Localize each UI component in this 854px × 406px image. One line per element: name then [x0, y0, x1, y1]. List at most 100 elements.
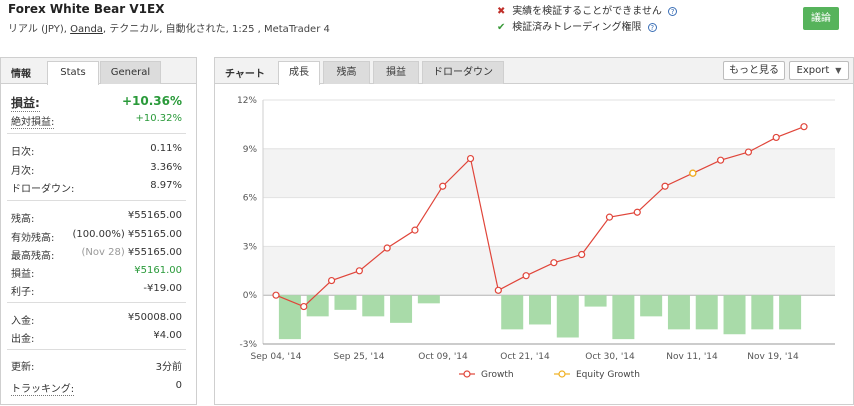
gain-row: 損益: +10.36% — [11, 94, 182, 112]
daily-row: 日次: 0.11% — [11, 143, 182, 159]
withdraw-value: ¥4.00 — [153, 330, 182, 341]
highest-value: ¥55165.00 — [127, 247, 182, 258]
growth-point — [717, 156, 725, 164]
bar — [640, 295, 663, 317]
tab-general[interactable]: General — [100, 61, 161, 84]
abs-gain-value: +10.32% — [135, 113, 182, 124]
legend-label: Growth — [481, 370, 514, 380]
help-icon[interactable]: ? — [668, 6, 678, 16]
y-tick-label: 6% — [243, 194, 258, 204]
verify-fail-text: 実績を検証することができません — [512, 6, 662, 17]
growth-point — [605, 213, 614, 221]
x-tick-label: Sep 04, '14 — [251, 352, 302, 362]
equity-row: 有効残高: (100.00%) ¥55165.00 — [11, 229, 182, 245]
info-label: 情報 — [11, 69, 31, 80]
x-tick-label: Nov 11, '14 — [666, 352, 718, 362]
growth-point — [466, 154, 475, 163]
bar — [306, 295, 329, 317]
drawdown-label: ドローダウン: — [11, 184, 75, 195]
growth-point — [439, 182, 447, 190]
updated-row: 更新: 3分前 — [11, 358, 182, 374]
grid-band — [263, 246, 835, 296]
y-tick-label: 12% — [237, 96, 257, 106]
system-title: Forex White Bear V1EX — [8, 2, 165, 16]
growth-point — [772, 133, 780, 142]
divider — [7, 302, 186, 303]
highest-value-wrap: (Nov 28) ¥55165.00 — [82, 247, 183, 258]
drawdown-row: ドローダウン: 8.97% — [11, 180, 182, 196]
legend-marker — [463, 370, 471, 378]
tab-stats[interactable]: Stats — [47, 61, 99, 85]
gain-value: +10.36% — [121, 94, 182, 108]
daily-label: 日次: — [11, 147, 35, 158]
growth-point — [744, 148, 753, 156]
updated-value: 3分前 — [155, 362, 182, 373]
verify-track-record: ✖ 実績を検証することができません ? — [497, 2, 678, 17]
bar — [334, 295, 357, 310]
divider — [7, 200, 186, 201]
interest-label: 利子: — [11, 287, 35, 298]
updated-label: 更新: — [11, 362, 35, 373]
monthly-row: 月次: 3.36% — [11, 162, 182, 178]
balance-row: 残高: ¥55165.00 — [11, 210, 182, 226]
help-icon[interactable]: ? — [647, 22, 657, 32]
x-tick-label: Oct 09, '14 — [418, 352, 468, 362]
equity-note: (100.00%) — [72, 229, 125, 240]
bar — [667, 295, 690, 330]
deposit-row: 入金: ¥50008.00 — [11, 312, 182, 328]
tracking-label[interactable]: トラッキング: — [11, 380, 75, 396]
growth-point — [633, 208, 641, 216]
drawdown-value: 8.97% — [150, 180, 182, 191]
bar — [584, 295, 607, 307]
equity-label: 有効残高: — [11, 233, 55, 244]
verify-trading-privileges: ✔ 検証済みトレーディング権限 ? — [497, 18, 657, 33]
y-tick-label: 0% — [243, 291, 258, 301]
growth-point — [578, 250, 586, 259]
balance-label: 残高: — [11, 214, 35, 225]
y-tick-label: 9% — [243, 145, 258, 155]
stats-panel: 情報 Stats General 損益: +10.36% 絶対損益: +10.3… — [0, 57, 197, 405]
growth-chart: 12% 9% 6% 3% 0% -3% Sep 04, '14 Sep 25, '14 Oct … — [237, 96, 835, 380]
gain-label[interactable]: 損益: — [11, 94, 40, 112]
highest-label: 最高残高: — [11, 251, 55, 262]
daily-value: 0.11% — [150, 143, 182, 154]
abs-gain-label[interactable]: 絶対損益: — [11, 113, 55, 129]
subtitle-suffix: , テクニカル, 自動化された, 1:25 , MetaTrader 4 — [102, 24, 330, 35]
profit-value: ¥5161.00 — [134, 265, 182, 276]
growth-point — [355, 267, 363, 275]
discuss-button[interactable]: 議論 — [803, 7, 839, 30]
legend-label: Equity Growth — [576, 370, 640, 380]
withdraw-row: 出金: ¥4.00 — [11, 330, 182, 346]
bar — [779, 295, 802, 330]
monthly-label: 月次: — [11, 166, 35, 177]
bar — [695, 295, 718, 330]
profit-label: 損益: — [11, 269, 35, 280]
legend-marker — [558, 370, 566, 378]
growth-point — [272, 291, 280, 299]
equity-value: ¥55165.00 — [127, 229, 182, 240]
growth-point — [494, 286, 502, 294]
growth-point — [522, 272, 530, 280]
bar — [278, 295, 301, 340]
x-tick-label: Oct 21, '14 — [500, 352, 550, 362]
bar — [390, 295, 413, 323]
stats-panel-header: 情報 Stats General — [1, 58, 196, 85]
growth-point — [800, 123, 808, 131]
interest-value: -¥19.00 — [143, 283, 182, 294]
growth-point — [300, 302, 308, 311]
bar — [751, 295, 774, 330]
withdraw-label: 出金: — [11, 334, 35, 345]
verify-ok-text: 検証済みトレーディング権限 — [512, 22, 642, 33]
abs-gain-row: 絶対損益: +10.32% — [11, 113, 182, 129]
interest-row: 利子: -¥19.00 — [11, 283, 182, 299]
deposit-value: ¥50008.00 — [127, 312, 182, 323]
broker-link[interactable]: Oanda — [70, 24, 103, 35]
x-tick-label: Sep 25, '14 — [334, 352, 385, 362]
equity-value-wrap: (100.00%) ¥55165.00 — [72, 229, 182, 240]
chart-panel: チャート 成長 残高 損益 ドローダウン もっと見る Export ▼ 12% 9%… — [214, 57, 854, 405]
bar — [556, 295, 579, 338]
check-icon: ✔ — [497, 22, 506, 33]
bar — [529, 295, 551, 325]
tracking-row: トラッキング: 0 — [11, 380, 182, 396]
bar — [612, 295, 635, 340]
